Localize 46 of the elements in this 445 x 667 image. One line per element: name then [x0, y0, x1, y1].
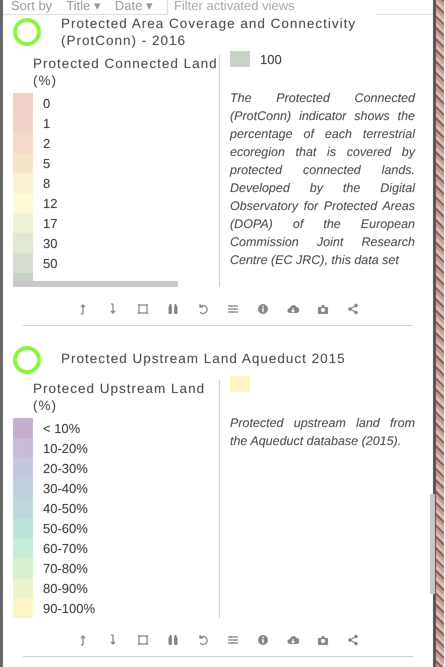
- legend-label: 60-70%: [42, 540, 88, 556]
- camera-icon[interactable]: [317, 303, 329, 315]
- sliders-icon[interactable]: [227, 303, 239, 315]
- share-icon[interactable]: [347, 634, 359, 646]
- frame-icon[interactable]: [137, 303, 149, 315]
- legend-label: 40-50%: [42, 500, 88, 516]
- legend-label: 17: [42, 216, 58, 230]
- legend-label: 20-30%: [42, 460, 88, 476]
- info-icon[interactable]: [257, 303, 269, 315]
- legend-label: 30: [42, 236, 58, 250]
- view-title[interactable]: Protected Area Coverage and Connectivity (ProtConn) - 2016: [61, 15, 425, 49]
- legend-label: 70-80%: [42, 560, 88, 576]
- view-description: Protected upstream land from the Aqueduct database (2015).: [230, 415, 415, 450]
- legend-label: 80-90%: [42, 580, 88, 596]
- legend-label: 5: [42, 156, 50, 170]
- legend-label: 1: [42, 116, 50, 130]
- undo-icon[interactable]: [197, 303, 209, 315]
- sort-label: Sort by: [11, 0, 52, 12]
- horizontal-scrollbar[interactable]: [13, 281, 178, 287]
- undo-icon[interactable]: [197, 634, 209, 646]
- vertical-scrollbar[interactable]: [430, 494, 435, 594]
- legend-label: 0: [42, 96, 50, 110]
- legend-title: Protected Connected Land (%): [32, 55, 219, 89]
- legend-label: 50: [42, 256, 58, 270]
- legend-label: 50-60%: [42, 520, 88, 536]
- legend-title: Proteced Upstream Land (%): [32, 380, 206, 414]
- camera-icon[interactable]: [317, 634, 329, 646]
- legend-label: 8: [42, 176, 50, 190]
- sliders-icon[interactable]: [227, 634, 239, 646]
- view-title[interactable]: Protected Upstream Land Aqueduct 2015: [61, 350, 346, 366]
- frame-icon[interactable]: [137, 634, 149, 646]
- binoculars-icon[interactable]: [167, 303, 179, 315]
- share-icon[interactable]: [347, 303, 359, 315]
- cloud-download-icon[interactable]: [287, 303, 299, 315]
- cloud-download-icon[interactable]: [287, 634, 299, 646]
- filter-field[interactable]: Filter activated views: [166, 0, 376, 15]
- binoculars-icon[interactable]: [167, 634, 179, 646]
- info-icon[interactable]: [257, 634, 269, 646]
- legend-label: 100: [259, 52, 282, 66]
- legend-label: 12: [42, 196, 58, 210]
- legend-label: 30-40%: [42, 480, 88, 496]
- legend-label: 2: [42, 136, 50, 150]
- view-description: The Protected Connected (ProtConn) indicator shows the percentage of each terrestrial ecoregion that is covered by protected connected lands. Developed by the Digital Observatory for Protected Areas (DOPA) of the European Commission Joint Research Centre (EC JRC), this data set: [230, 90, 415, 269]
- legend-label: < 10%: [42, 420, 80, 436]
- legend-label: 90-100%: [42, 600, 96, 616]
- legend-label: 10-20%: [42, 440, 88, 456]
